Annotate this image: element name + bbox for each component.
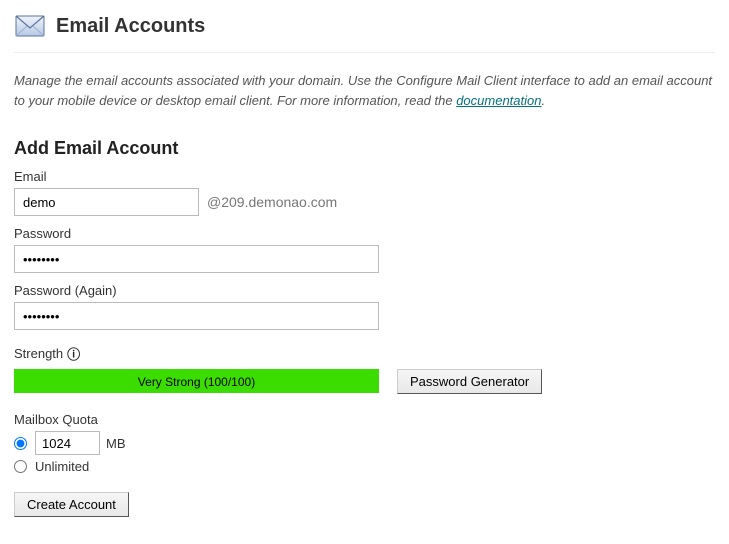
info-icon[interactable]: ⓘ (67, 344, 80, 363)
quota-radio-unlimited[interactable] (14, 460, 27, 473)
password-again-input[interactable] (14, 302, 379, 330)
password-generator-button[interactable]: Password Generator (397, 369, 542, 394)
quota-input[interactable] (35, 431, 100, 455)
create-account-button[interactable]: Create Account (14, 492, 129, 517)
password-label: Password (14, 226, 715, 241)
description-text: Manage the email accounts associated wit… (14, 73, 712, 108)
page-header: Email Accounts (14, 12, 715, 53)
strength-label-row: Strength ⓘ (14, 344, 715, 363)
documentation-link[interactable]: documentation (456, 93, 541, 108)
password-again-label: Password (Again) (14, 283, 715, 298)
strength-label: Strength (14, 346, 63, 361)
password-input[interactable] (14, 245, 379, 273)
page-description: Manage the email accounts associated wit… (14, 71, 715, 110)
envelope-icon (14, 12, 46, 40)
description-after: . (541, 93, 545, 108)
quota-label: Mailbox Quota (14, 412, 715, 427)
strength-bar: Very Strong (100/100) (14, 369, 379, 393)
section-title: Add Email Account (14, 138, 715, 159)
quota-unit: MB (106, 436, 126, 451)
page-title: Email Accounts (56, 15, 205, 38)
email-input[interactable] (14, 188, 199, 216)
quota-unlimited-label: Unlimited (35, 459, 89, 474)
email-label: Email (14, 169, 715, 184)
quota-radio-value[interactable] (14, 437, 27, 450)
domain-suffix: @209.demonao.com (207, 194, 337, 210)
